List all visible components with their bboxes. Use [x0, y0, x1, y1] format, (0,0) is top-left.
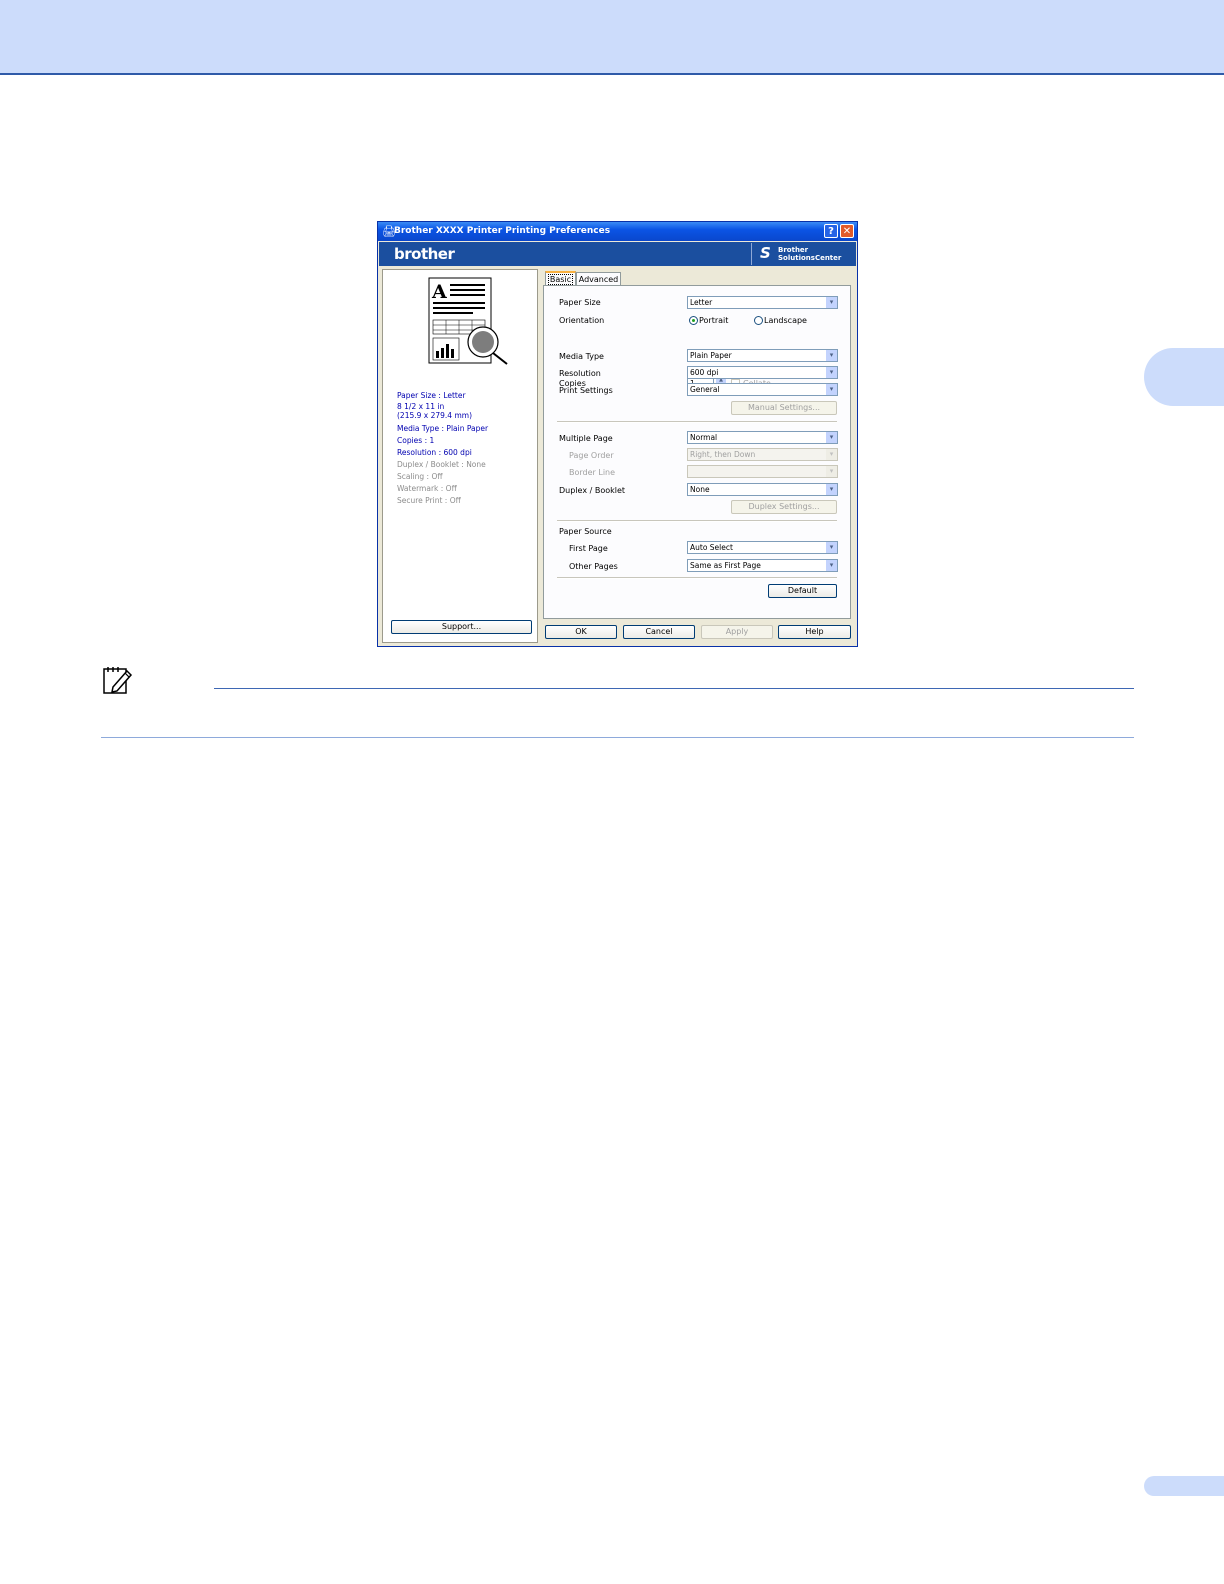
separator — [557, 421, 837, 423]
summary-watermark: Watermark : Off — [397, 484, 457, 493]
close-button[interactable]: ✕ — [840, 224, 854, 238]
orientation-label: Orientation — [559, 316, 605, 325]
brother-logo: brother — [394, 245, 455, 263]
chevron-down-icon: ▾ — [826, 560, 837, 571]
help-title-button[interactable]: ? — [824, 224, 838, 238]
other-pages-value: Same as First Page — [690, 561, 761, 570]
chevron-down-icon: ▾ — [826, 542, 837, 553]
resolution-label: Resolution — [559, 369, 601, 378]
other-pages-label: Other Pages — [569, 562, 618, 571]
print-settings-label: Print Settings — [559, 386, 613, 395]
dialog-title: Brother XXXX Printer Printing Preference… — [394, 226, 611, 236]
page-header-band — [0, 0, 1224, 75]
resolution-value: 600 dpi — [690, 368, 719, 377]
landscape-label: Landscape — [764, 316, 807, 325]
brand-bar: brother S Brother SolutionsCenter — [379, 242, 856, 266]
media-type-value: Plain Paper — [690, 351, 732, 360]
chevron-down-icon: ▾ — [826, 432, 837, 443]
solutions-center-icon: S — [760, 244, 771, 262]
page-order-label: Page Order — [569, 451, 614, 460]
solutions-center-label: Brother SolutionsCenter — [778, 246, 841, 262]
summary-paper-dims-mm: (215.9 x 279.4 mm) — [397, 411, 472, 420]
summary-duplex: Duplex / Booklet : None — [397, 460, 486, 469]
summary-paper-size: Paper Size : Letter — [397, 391, 466, 400]
chevron-down-icon: ▾ — [826, 466, 837, 477]
default-button[interactable]: Default — [768, 584, 837, 598]
portrait-radio[interactable] — [689, 316, 698, 325]
solutions-center-line-1: Brother — [778, 246, 809, 254]
border-line-label: Border Line — [569, 468, 616, 477]
multiple-page-select[interactable]: Normal ▾ — [687, 431, 838, 444]
chevron-down-icon: ▾ — [826, 449, 837, 460]
summary-copies: Copies : 1 — [397, 436, 435, 445]
note-divider-top — [214, 688, 1134, 689]
portrait-label: Portrait — [699, 316, 729, 325]
basic-tab-panel: Paper Size Letter ▾ Orientation Portrait … — [543, 285, 851, 619]
title-bar: 🖨 Brother XXXX Printer Printing Preferen… — [378, 222, 857, 241]
first-page-label: First Page — [569, 544, 608, 553]
support-button[interactable]: Support... — [391, 620, 532, 634]
paper-size-value: Letter — [690, 298, 713, 307]
paper-source-label: Paper Source — [559, 527, 612, 536]
tab-basic-label: Basic — [547, 274, 574, 285]
separator — [557, 520, 837, 522]
chevron-down-icon: ▾ — [826, 350, 837, 361]
duplex-booklet-label: Duplex / Booklet — [559, 486, 626, 495]
chevron-down-icon: ▾ — [826, 384, 837, 395]
chevron-down-icon: ▾ — [826, 297, 837, 308]
separator — [557, 577, 837, 579]
page-order-select[interactable]: Right, then Down ▾ — [687, 448, 838, 461]
tab-basic[interactable]: Basic — [545, 271, 576, 286]
settings-summary: Paper Size : Letter 8 1/2 x 11 in (215.9… — [397, 390, 537, 507]
page-number-tab — [1144, 1476, 1224, 1496]
border-line-select[interactable]: ▾ — [687, 465, 838, 478]
ok-button[interactable]: OK — [545, 625, 617, 639]
help-button[interactable]: Help — [778, 625, 851, 639]
other-pages-select[interactable]: Same as First Page ▾ — [687, 559, 838, 572]
summary-secure-print: Secure Print : Off — [397, 496, 461, 505]
manual-settings-button[interactable]: Manual Settings... — [731, 401, 837, 415]
tab-advanced[interactable]: Advanced — [576, 272, 621, 286]
media-type-label: Media Type — [559, 352, 604, 361]
paper-size-select[interactable]: Letter ▾ — [687, 296, 838, 309]
media-type-select[interactable]: Plain Paper ▾ — [687, 349, 838, 362]
chapter-side-tab — [1144, 348, 1224, 406]
multiple-page-label: Multiple Page — [559, 434, 613, 443]
note-pencil-icon — [103, 667, 133, 694]
preview-panel: A Paper Size : Letter 8 1/2 x 11 in (215… — [382, 269, 538, 643]
resolution-select[interactable]: 600 dpi ▾ — [687, 366, 838, 379]
solutions-center-link[interactable]: S Brother SolutionsCenter — [751, 243, 856, 265]
summary-resolution: Resolution : 600 dpi — [397, 448, 472, 457]
page-preview-image: A — [428, 277, 508, 365]
summary-scaling: Scaling : Off — [397, 472, 443, 481]
duplex-settings-button[interactable]: Duplex Settings... — [731, 500, 837, 514]
summary-paper-dims-in: 8 1/2 x 11 in — [397, 402, 445, 411]
svg-text:A: A — [431, 281, 447, 303]
note-divider-bottom — [101, 737, 1134, 738]
summary-media-type: Media Type : Plain Paper — [397, 424, 489, 433]
duplex-booklet-select[interactable]: None ▾ — [687, 483, 838, 496]
printing-preferences-dialog: 🖨 Brother XXXX Printer Printing Preferen… — [377, 221, 858, 647]
solutions-center-line-2: SolutionsCenter — [778, 254, 842, 262]
duplex-booklet-value: None — [690, 485, 710, 494]
multiple-page-value: Normal — [690, 433, 718, 442]
chevron-down-icon: ▾ — [826, 484, 837, 495]
first-page-value: Auto Select — [690, 543, 733, 552]
radio-selected-dot — [692, 319, 695, 322]
print-settings-value: General — [690, 385, 720, 394]
cancel-button[interactable]: Cancel — [623, 625, 695, 639]
first-page-select[interactable]: Auto Select ▾ — [687, 541, 838, 554]
page-order-value: Right, then Down — [690, 450, 756, 459]
apply-button[interactable]: Apply — [701, 625, 773, 639]
chevron-down-icon: ▾ — [826, 367, 837, 378]
print-settings-select[interactable]: General ▾ — [687, 383, 838, 396]
paper-size-label: Paper Size — [559, 298, 601, 307]
landscape-radio[interactable] — [754, 316, 763, 325]
